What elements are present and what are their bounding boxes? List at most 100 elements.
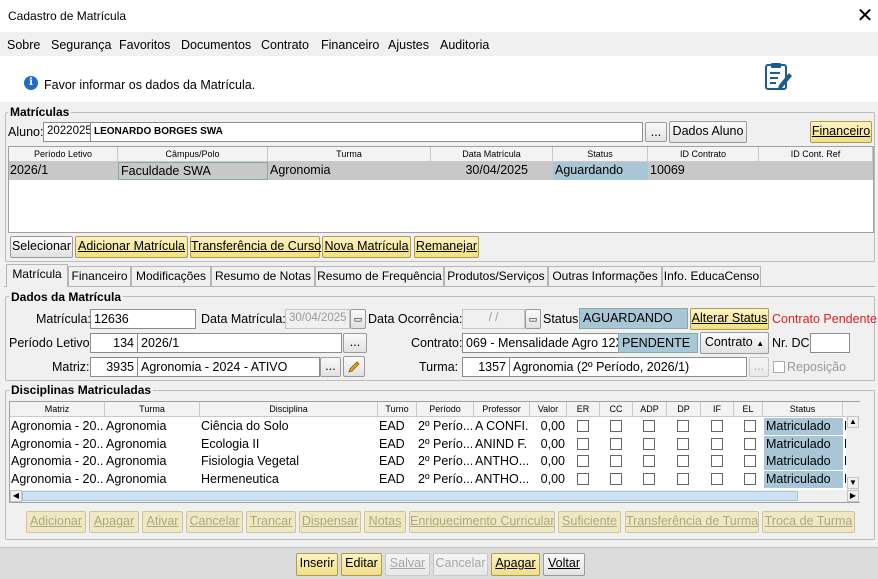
col-periodo[interactable]: Período <box>417 402 474 417</box>
tab-produtos-servicos[interactable]: Produtos/Serviços <box>444 266 548 286</box>
menu-favoritos[interactable]: Favoritos <box>119 38 170 52</box>
tab-info-educacenso[interactable]: Info. EducaCenso <box>662 266 761 286</box>
matriz-code-input[interactable]: 3935 <box>90 357 138 377</box>
row-checkbox[interactable] <box>610 472 622 485</box>
nr-dc-input[interactable] <box>810 333 850 353</box>
periodo-search-button[interactable]: ... <box>343 333 367 353</box>
row-checkbox[interactable] <box>711 472 723 485</box>
tab-resumo-frequencia[interactable]: Resumo de Frequência <box>315 266 444 286</box>
row-checkbox[interactable] <box>711 455 723 467</box>
row-checkbox[interactable] <box>577 437 589 450</box>
selecionar-button[interactable]: Selecionar <box>10 236 73 258</box>
row-checkbox[interactable] <box>643 472 655 485</box>
enriquecimento-curricular-button[interactable]: Enriquecimento Curricular <box>409 511 555 533</box>
tab-financeiro[interactable]: Financeiro <box>68 266 131 286</box>
row-checkbox[interactable] <box>677 455 689 467</box>
col-valor[interactable]: Valor <box>530 402 567 417</box>
col-data-matricula[interactable]: Data Matrícula <box>431 147 553 162</box>
matricula-input[interactable]: 12636 <box>90 309 196 329</box>
menu-sobre[interactable]: Sobre <box>7 38 40 52</box>
reposicao-checkbox[interactable] <box>773 361 785 373</box>
trancar-button[interactable]: Trancar <box>246 511 296 533</box>
apagar-disciplina-button[interactable]: Apagar <box>89 511 139 533</box>
turma-code-input[interactable]: 1357 <box>462 357 510 377</box>
turma-input[interactable]: Agronomia (2º Período, 2026/1) <box>509 357 747 377</box>
troca-turma-button[interactable]: Troca de Turma <box>762 511 855 533</box>
scroll-up-icon[interactable]: ▲ <box>847 416 859 428</box>
dados-aluno-button[interactable]: Dados Aluno <box>669 121 747 143</box>
aluno-search-button[interactable]: ... <box>645 122 667 142</box>
scroll-right-icon[interactable]: ▶ <box>847 490 859 502</box>
col-periodo-letivo[interactable]: Período Letivo <box>9 147 118 162</box>
tab-modificacoes[interactable]: Modificações <box>131 266 211 286</box>
notas-button[interactable]: Notas <box>364 511 406 533</box>
adicionar-disciplina-button[interactable]: Adicionar <box>26 511 86 533</box>
periodo-input[interactable]: 2026/1 <box>137 333 342 353</box>
row-checkbox[interactable] <box>744 437 756 450</box>
col-campus-polo[interactable]: Câmpus/Polo <box>118 147 268 162</box>
menu-seguranca[interactable]: Segurança <box>51 38 111 52</box>
row-checkbox[interactable] <box>643 420 655 432</box>
row-checkbox[interactable] <box>577 420 589 432</box>
voltar-button[interactable]: Voltar <box>543 553 585 576</box>
col-turno[interactable]: Turno <box>378 402 417 417</box>
row-checkbox[interactable] <box>744 472 756 485</box>
data-ocorrencia-input[interactable]: / / <box>462 309 525 329</box>
aluno-name-input[interactable]: LEONARDO BORGES SWA <box>90 122 643 142</box>
periodo-code-input[interactable]: 134 <box>90 333 138 353</box>
col-professor[interactable]: Professor <box>474 402 530 417</box>
tab-resumo-notas[interactable]: Resumo de Notas <box>211 266 315 286</box>
scroll-left-icon[interactable]: ◀ <box>10 490 22 502</box>
col-turma[interactable]: Turma <box>268 147 431 162</box>
cancelar-disciplina-button[interactable]: Cancelar <box>186 511 243 533</box>
row-checkbox[interactable] <box>577 472 589 485</box>
scroll-down-icon[interactable]: ▼ <box>847 477 859 489</box>
row-checkbox[interactable] <box>677 437 689 450</box>
apagar-button[interactable]: Apagar <box>491 553 540 576</box>
editar-button[interactable]: Editar <box>341 553 382 576</box>
nova-matricula-button[interactable]: Nova Matrícula <box>322 236 411 258</box>
tab-outras-informacoes[interactable]: Outras Informações <box>548 266 662 286</box>
row-checkbox[interactable] <box>610 437 622 450</box>
menu-contrato[interactable]: Contrato <box>261 38 309 52</box>
transferencia-curso-button[interactable]: Transferência de Curso <box>190 236 321 258</box>
row-checkbox[interactable] <box>711 420 723 432</box>
row-checkbox[interactable] <box>610 420 622 432</box>
row-checkbox[interactable] <box>744 420 756 432</box>
data-matricula-input[interactable]: 30/04/2025 <box>285 309 350 329</box>
turma-search-button[interactable]: ... <box>749 357 769 377</box>
row-checkbox[interactable] <box>677 472 689 485</box>
matriz-search-button[interactable]: ... <box>320 357 341 377</box>
edit-pencil-icon[interactable] <box>343 356 365 377</box>
close-icon[interactable]: ✕ <box>852 3 878 29</box>
col-id-cont-ref[interactable]: ID Cont. Ref <box>759 147 873 162</box>
calendar-icon[interactable]: ▭ <box>525 309 541 329</box>
scroll-thumb[interactable] <box>22 491 798 501</box>
matriz-input[interactable]: Agronomia - 2024 - ATIVO <box>137 357 320 377</box>
contrato-input[interactable]: 069 - Mensalidade Agro 12X <box>462 333 619 353</box>
tab-matricula[interactable]: Matrícula <box>6 264 68 287</box>
col-el[interactable]: EL <box>734 402 763 417</box>
col-disciplina[interactable]: Disciplina <box>200 402 378 417</box>
col-dp[interactable]: DP <box>667 402 701 417</box>
calendar-icon[interactable]: ▭ <box>350 309 366 329</box>
row-checkbox[interactable] <box>711 437 723 450</box>
col-status[interactable]: Status <box>763 402 843 417</box>
row-checkbox[interactable] <box>610 455 622 467</box>
financeiro-button[interactable]: Financeiro <box>810 121 872 143</box>
salvar-button[interactable]: Salvar <box>385 553 430 576</box>
col-er[interactable]: ER <box>567 402 600 417</box>
row-checkbox[interactable] <box>577 455 589 467</box>
col-turma[interactable]: Turma <box>105 402 200 417</box>
inserir-button[interactable]: Inserir <box>296 553 338 576</box>
menu-ajustes[interactable]: Ajustes <box>388 38 429 52</box>
col-adp[interactable]: ADP <box>633 402 667 417</box>
col-id-contrato[interactable]: ID Contrato <box>648 147 759 162</box>
adicionar-matricula-button[interactable]: Adicionar Matrícula <box>75 236 188 258</box>
row-checkbox[interactable] <box>643 455 655 467</box>
ativar-button[interactable]: Ativar <box>142 511 183 533</box>
row-checkbox[interactable] <box>677 420 689 432</box>
menu-documentos[interactable]: Documentos <box>181 38 251 52</box>
transferencia-turma-button[interactable]: Transferência de Turma <box>625 511 759 533</box>
row-checkbox[interactable] <box>744 455 756 467</box>
